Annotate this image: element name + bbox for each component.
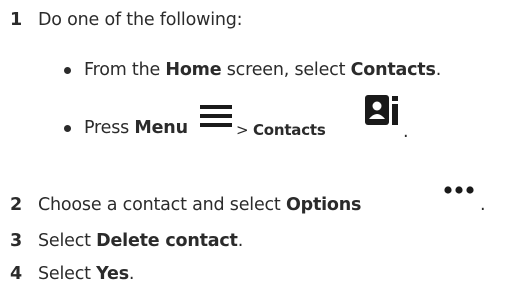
step-text: Select Delete contact. bbox=[38, 230, 243, 252]
step-text: Choose a contact and select Options bbox=[38, 194, 361, 216]
bullet bbox=[64, 125, 71, 132]
step-text-part: Select bbox=[38, 231, 97, 251]
step-number: 1 bbox=[10, 10, 22, 30]
option-text-part: screen, select bbox=[221, 60, 351, 80]
instruction-page: { "steps": [ { "number": "1", "text": "D… bbox=[0, 0, 522, 293]
step-number: 4 bbox=[10, 264, 22, 284]
step-text-part: Choose a contact and select bbox=[38, 195, 286, 215]
step-text: Select Yes. bbox=[38, 263, 135, 285]
yes-label: Yes bbox=[96, 264, 129, 284]
option-text-part: Press bbox=[84, 118, 135, 138]
bullet bbox=[64, 67, 71, 74]
option-text-part: . bbox=[403, 122, 409, 142]
step-text-part: . bbox=[480, 195, 486, 215]
contacts-icon bbox=[365, 95, 401, 131]
options-label: Options bbox=[285, 195, 362, 215]
contacts-label: Contacts bbox=[350, 60, 436, 80]
step-text-part: . bbox=[237, 231, 244, 251]
step-text: Do one of the following: bbox=[38, 10, 243, 30]
option-text-part: . bbox=[435, 60, 442, 80]
contacts-label: Contacts bbox=[252, 121, 326, 139]
step-number: 3 bbox=[10, 231, 22, 251]
delete-contact-label: Delete contact bbox=[96, 231, 238, 251]
step-number: 2 bbox=[10, 195, 22, 215]
more-options-icon bbox=[444, 178, 474, 200]
separator-text: > bbox=[236, 121, 253, 139]
step-text-part: . bbox=[128, 264, 135, 284]
menu-label: Menu bbox=[134, 118, 188, 138]
home-label: Home bbox=[165, 60, 222, 80]
option-text-part: > Contacts bbox=[236, 119, 326, 141]
option-text: Press Menu bbox=[84, 117, 188, 139]
menu-icon bbox=[200, 105, 232, 133]
step-text-part: Select bbox=[38, 264, 97, 284]
option-text: From the Home screen, select Contacts. bbox=[84, 59, 441, 81]
option-text-part: From the bbox=[84, 60, 166, 80]
